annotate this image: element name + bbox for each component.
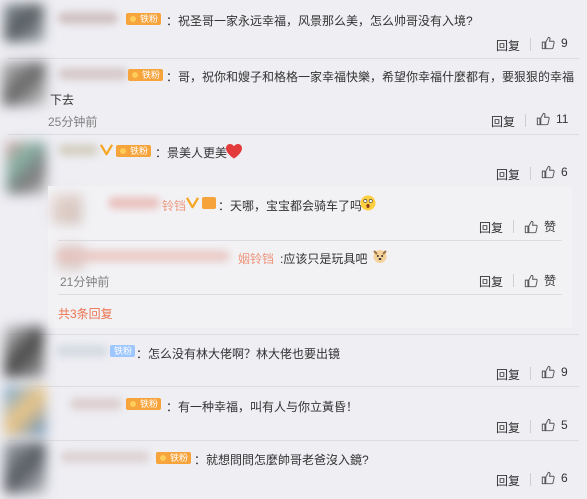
thumbs-up-icon	[524, 220, 538, 233]
divider	[8, 134, 579, 135]
thumbs-up-icon	[541, 365, 555, 379]
avatar[interactable]	[4, 4, 44, 42]
fan-badge: 铁粉	[116, 145, 152, 157]
comment-text: ：景美人更美	[155, 146, 228, 160]
thumbs-up-icon	[541, 36, 555, 50]
reply-button[interactable]: 回复	[479, 273, 503, 290]
fan-badge: 铁粉	[126, 13, 162, 25]
fan-badge: 铁粉	[110, 345, 136, 357]
avatar[interactable]	[6, 142, 46, 194]
like-button[interactable]: 9	[541, 365, 568, 379]
like-button[interactable]: 6	[541, 471, 568, 485]
reply-button[interactable]: 回复	[496, 419, 520, 436]
reply-text: ：天哪，宝宝都会骑车了吗	[218, 199, 363, 213]
username[interactable]	[58, 12, 118, 24]
separator	[513, 220, 514, 233]
like-label: 赞	[544, 220, 557, 234]
reply-username-tail[interactable]: 铃铛	[162, 197, 186, 214]
comment-text: ：就想問問怎麼帥哥老爸沒入鏡?	[194, 453, 369, 467]
thumbs-up-icon	[524, 274, 538, 287]
like-count: 6	[561, 165, 568, 179]
like-button[interactable]: 9	[541, 36, 568, 50]
reply-avatar[interactable]	[52, 194, 82, 224]
avatar[interactable]	[2, 62, 46, 106]
username[interactable]	[58, 68, 128, 80]
thumbs-up-icon	[541, 471, 555, 485]
separator	[530, 420, 531, 433]
username[interactable]	[56, 345, 108, 357]
reply-username[interactable]	[108, 197, 160, 209]
username[interactable]	[60, 451, 150, 463]
divider	[8, 440, 579, 441]
like-count: 6	[561, 471, 568, 485]
like-label: 赞	[544, 274, 557, 288]
username[interactable]	[70, 398, 122, 410]
like-count: 9	[561, 36, 568, 50]
like-button[interactable]: 赞	[524, 272, 556, 289]
like-count: 9	[561, 365, 568, 379]
divider	[58, 294, 562, 295]
divider	[58, 240, 562, 241]
verified-v-icon	[100, 144, 113, 156]
divider	[8, 334, 579, 335]
comment-text: ：有一种幸福，叫有人与你立黃昏！	[166, 400, 359, 414]
separator	[530, 367, 531, 380]
reply-button[interactable]: 回复	[479, 219, 503, 236]
separator	[530, 167, 531, 180]
more-replies-link[interactable]: 共3条回复	[58, 305, 113, 322]
like-button[interactable]: 5	[541, 418, 568, 432]
fan-badge: 铁粉	[128, 69, 164, 81]
avatar[interactable]	[4, 326, 44, 378]
comment-text: ：怎么没有林大佬啊？林大佬也要出镜	[136, 347, 341, 361]
timestamp: 21分钟前	[60, 275, 110, 289]
avatar[interactable]	[4, 442, 46, 494]
thumbs-up-icon	[541, 165, 555, 179]
divider	[8, 58, 579, 59]
separator	[525, 114, 526, 127]
divider	[8, 386, 579, 387]
separator	[513, 274, 514, 287]
comment-text-continued: 下去	[50, 93, 75, 107]
fan-badge: 铁粉	[156, 452, 192, 464]
verified-v-icon	[186, 197, 199, 209]
reply-username-tail[interactable]: 姻铃铛	[238, 250, 274, 267]
comment-text: ：祝圣哥一家永远幸福，风景那么美，怎么帅哥没有入境?	[166, 14, 473, 28]
comment-text: ：哥，祝你和嫂子和格格一家幸福快樂，希望你幸福什麼都有，要狠狠的幸福	[166, 70, 575, 84]
reply-button[interactable]: 回复	[496, 37, 520, 54]
like-count: 11	[556, 112, 569, 126]
like-count: 5	[561, 418, 568, 432]
timestamp: 25分钟前	[48, 115, 98, 129]
separator	[530, 38, 531, 51]
reply-button[interactable]: 回复	[496, 472, 520, 489]
dog-emoji-icon	[373, 250, 387, 263]
reply-text: :应该只是玩具吧	[280, 252, 368, 266]
thumbs-up-icon	[541, 418, 555, 432]
like-button[interactable]: 赞	[524, 218, 556, 235]
thumbs-up-icon	[536, 112, 550, 126]
reply-username[interactable]	[58, 250, 230, 262]
reply-button[interactable]: 回复	[491, 113, 515, 130]
fan-badge: 铁粉	[126, 398, 162, 410]
reply-button[interactable]: 回复	[496, 166, 520, 183]
like-button[interactable]: 11	[536, 112, 568, 126]
replies-panel: 铃铛 ：天哪，宝宝都会骑车了吗 回复 赞 姻铃铛 :应该只是玩具吧 21分钟前 …	[48, 186, 572, 328]
reply-button[interactable]: 回复	[496, 366, 520, 383]
surprised-emoji-icon	[360, 195, 376, 211]
heart-icon	[226, 144, 242, 159]
separator	[530, 473, 531, 486]
avatar[interactable]	[4, 386, 46, 436]
username[interactable]	[58, 144, 98, 156]
fan-badge-icon	[202, 197, 216, 209]
like-button[interactable]: 6	[541, 165, 568, 179]
